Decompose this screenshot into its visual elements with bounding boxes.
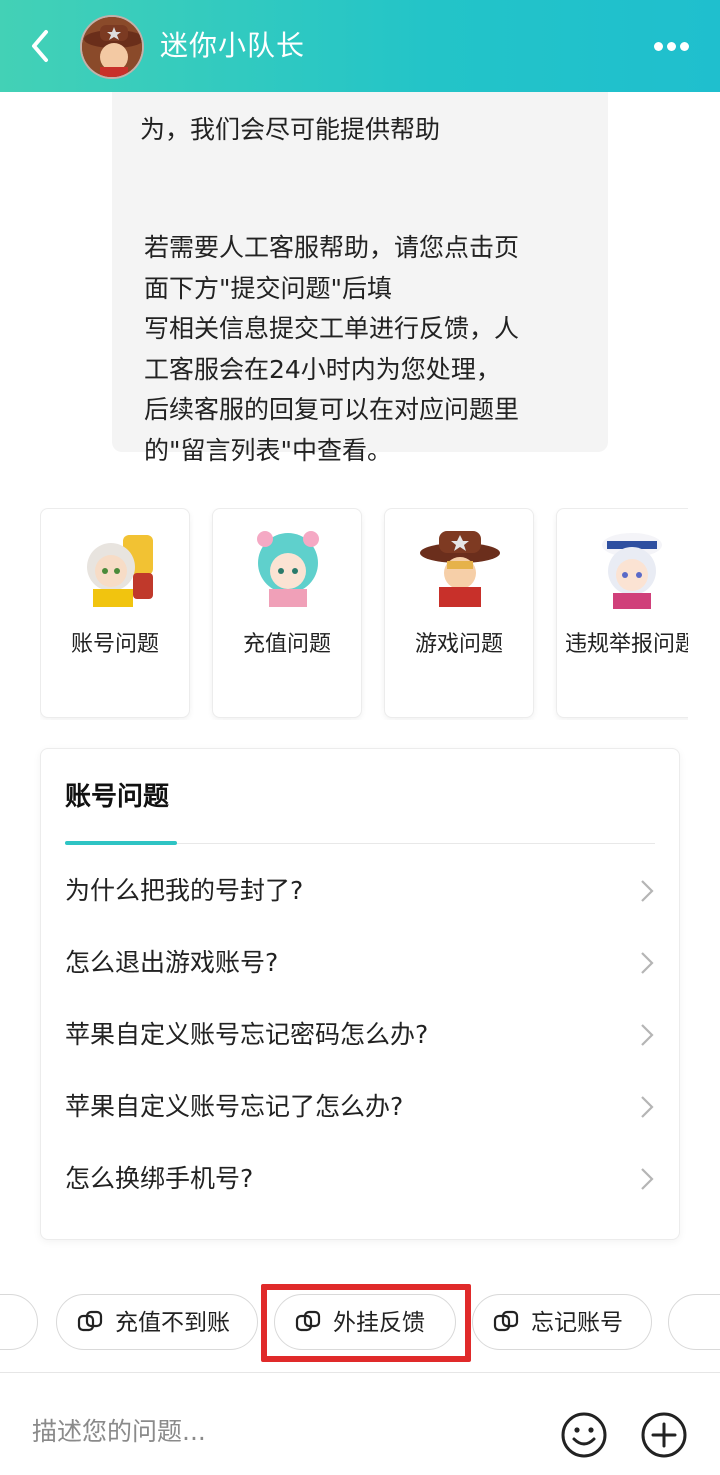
plus-circle-icon xyxy=(641,1412,687,1458)
category-label: 违规举报问题 xyxy=(564,632,688,657)
avatar-image xyxy=(82,17,142,77)
message-bubble: 为，我们会尽可能提供帮助 若需要人工客服帮助，请您点击页 面下方"提交问题"后填… xyxy=(112,40,608,465)
chip-recharge-not-received[interactable]: 充值不到账 xyxy=(56,1294,258,1350)
more-dots-icon xyxy=(654,42,663,51)
category-card-report[interactable]: 违规举报问题 xyxy=(556,508,688,718)
more-dot xyxy=(680,42,689,51)
more-options-button[interactable] xyxy=(654,38,690,54)
category-label: 充值问题 xyxy=(242,632,331,657)
input-bar xyxy=(0,1372,720,1475)
top-bar: 迷你小队长 xyxy=(0,0,720,92)
chevron-left-icon xyxy=(32,30,48,62)
character-avatar-3-icon xyxy=(420,531,500,607)
category-card-account[interactable]: 账号问题 xyxy=(40,508,190,718)
chip-cheat-report[interactable]: 外挂反馈 xyxy=(274,1294,456,1350)
chip-partial-right[interactable] xyxy=(668,1294,720,1350)
smiley-icon xyxy=(561,1412,607,1458)
chip-label: 忘记账号 xyxy=(531,1310,623,1336)
back-button[interactable] xyxy=(24,26,60,66)
faq-question: 怎么换绑手机号? xyxy=(65,1164,254,1193)
chip-forgot-account[interactable]: 忘记账号 xyxy=(472,1294,652,1350)
emoji-button[interactable] xyxy=(560,1411,608,1459)
chevron-right-icon xyxy=(641,1096,654,1118)
faq-question: 为什么把我的号封了? xyxy=(65,876,304,905)
faq-item[interactable]: 怎么换绑手机号? xyxy=(65,1149,655,1209)
link-icon xyxy=(77,1310,103,1332)
quick-chips: 充值不到账 外挂反馈 忘记账号 xyxy=(0,1292,720,1356)
chevron-right-icon xyxy=(641,1168,654,1190)
faq-question: 怎么退出游戏账号? xyxy=(65,948,279,977)
faq-item[interactable]: 苹果自定义账号忘记了怎么办? xyxy=(65,1077,655,1137)
faq-item[interactable]: 为什么把我的号封了? xyxy=(65,861,655,921)
faq-item[interactable]: 怎么退出游戏账号? xyxy=(65,933,655,993)
character-avatar-2-icon xyxy=(257,531,319,607)
character-avatar-1-icon xyxy=(87,535,153,607)
chip-partial-left[interactable] xyxy=(0,1294,38,1350)
faq-question: 苹果自定义账号忘记密码怎么办? xyxy=(65,1020,429,1049)
faq-item[interactable]: 苹果自定义账号忘记密码怎么办? xyxy=(65,1005,655,1065)
message-clipped-line: 为，我们会尽可能提供帮助 xyxy=(140,115,441,144)
category-label: 账号问题 xyxy=(70,632,159,657)
link-icon xyxy=(295,1310,321,1332)
chevron-right-icon xyxy=(641,880,654,902)
category-cards: 账号问题 充值问题 游戏问题 违规举报问题 xyxy=(40,508,688,720)
chevron-right-icon xyxy=(641,1024,654,1046)
faq-question: 苹果自定义账号忘记了怎么办? xyxy=(65,1092,404,1121)
character-avatar-4-icon xyxy=(602,533,662,609)
link-icon xyxy=(493,1310,519,1332)
category-card-recharge[interactable]: 充值问题 xyxy=(212,508,362,718)
more-dot xyxy=(667,42,676,51)
chip-label: 外挂反馈 xyxy=(333,1310,425,1336)
page-title: 迷你小队长 xyxy=(160,29,306,62)
category-label: 游戏问题 xyxy=(414,632,503,657)
faq-panel: 账号问题 为什么把我的号封了? 怎么退出游戏账号? 苹果自定义账号忘记密码怎么办… xyxy=(40,748,680,1240)
faq-title: 账号问题 xyxy=(65,782,170,812)
category-card-game[interactable]: 游戏问题 xyxy=(384,508,534,718)
chevron-right-icon xyxy=(641,952,654,974)
message-input[interactable] xyxy=(32,1411,532,1451)
avatar[interactable] xyxy=(80,15,144,79)
add-button[interactable] xyxy=(640,1411,688,1459)
active-tab-indicator xyxy=(65,841,177,845)
chip-label: 充值不到账 xyxy=(115,1310,230,1336)
message-text: 若需要人工客服帮助，请您点击页 面下方"提交问题"后填 写相关信息提交工单进行反… xyxy=(144,233,520,465)
